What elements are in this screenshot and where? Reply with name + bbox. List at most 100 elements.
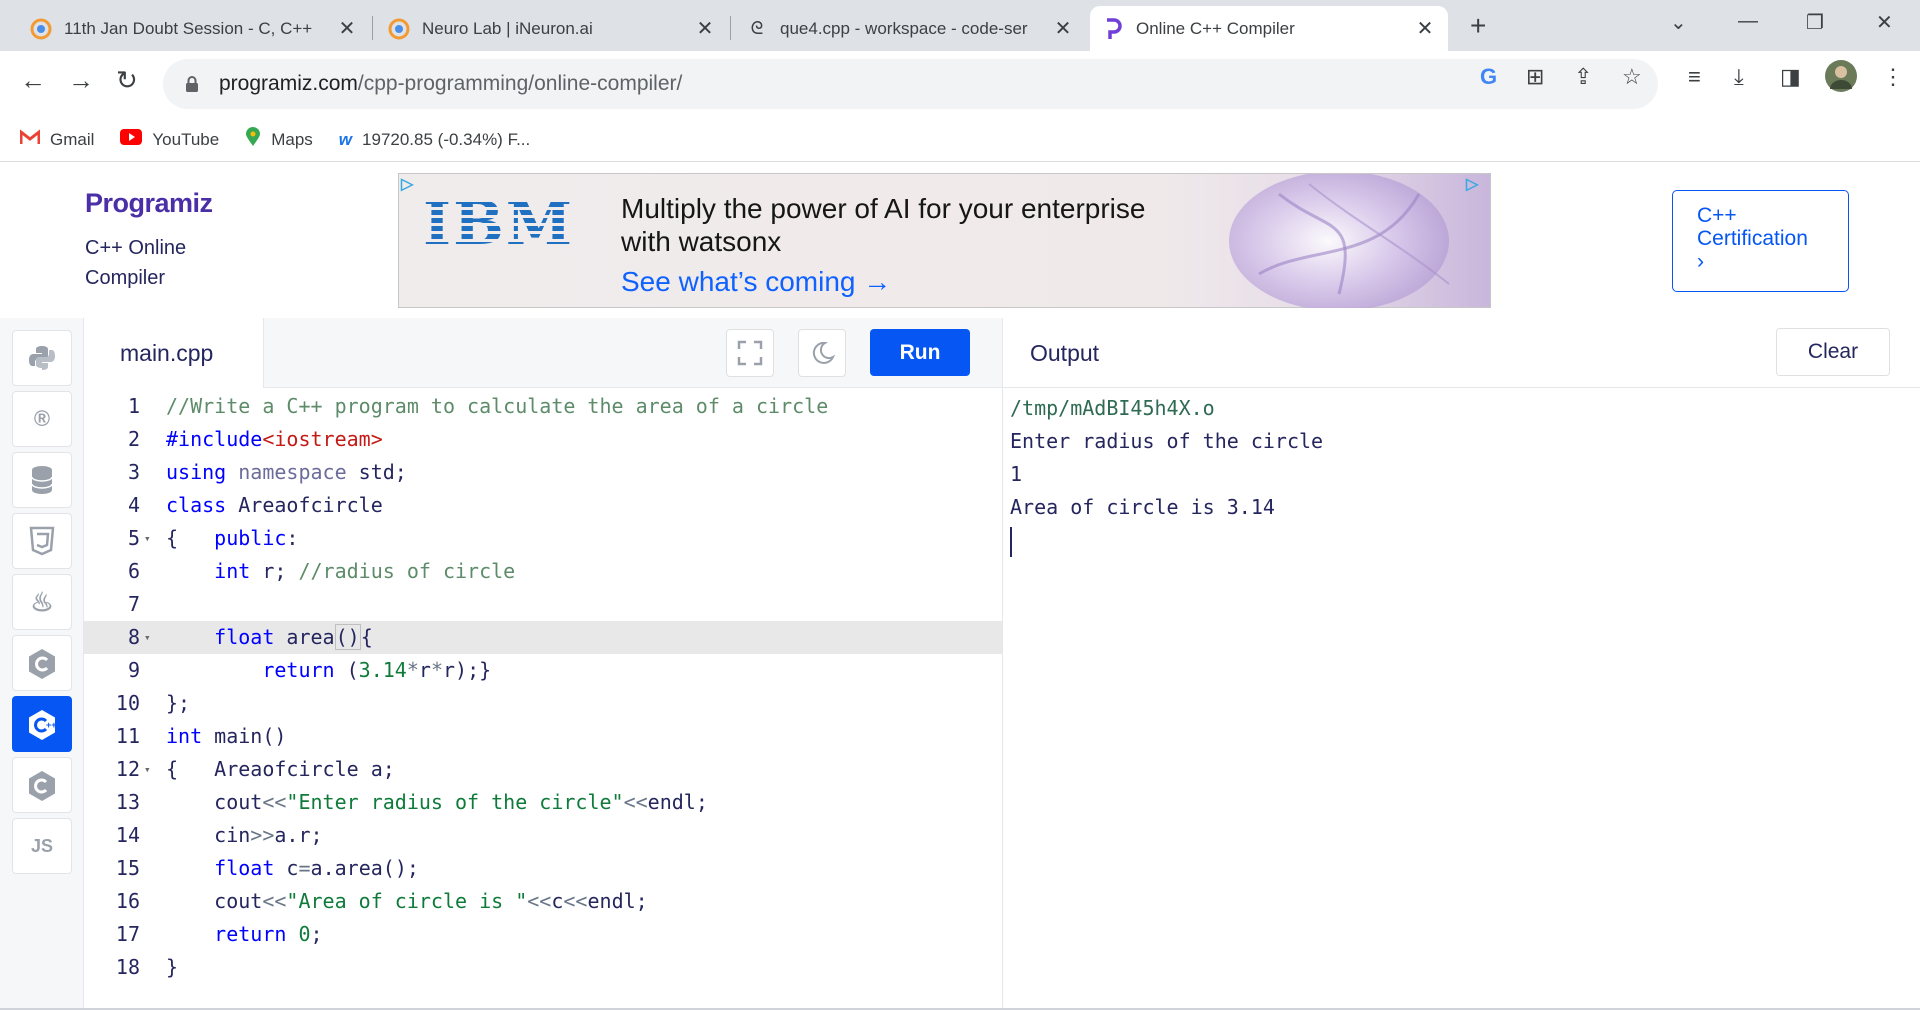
browser-tab-code-server[interactable]: ᘓ que4.cpp - workspace - code-ser ✕ — [734, 6, 1086, 51]
code-line: 3 using namespace std; — [84, 456, 1002, 489]
language-java-button[interactable]: ♨ — [12, 574, 72, 630]
browser-tab-neuro-lab[interactable]: Neuro Lab | iNeuron.ai ✕ — [376, 6, 728, 51]
output-line: Enter radius of the circle — [1010, 429, 1324, 453]
line-number: 18 — [115, 955, 140, 979]
tab-search-icon[interactable]: ⌄ — [1670, 10, 1687, 35]
ad-banner[interactable]: ▷ ▷ IBM Multiply the power of AI for you… — [398, 173, 1491, 308]
share-icon[interactable]: ⇪ — [1574, 64, 1592, 90]
url-path: /cpp-programming/online-compiler/ — [357, 72, 683, 95]
line-number: 16 — [115, 889, 140, 913]
fold-arrow-icon[interactable]: ▾ — [144, 522, 151, 555]
browser-toolbar: ← → ↻ programiz.com/cpp-programming/onli… — [0, 51, 1920, 118]
gmail-icon — [19, 128, 41, 150]
bookmark-gmail[interactable]: Gmail — [19, 128, 95, 150]
language-csharp-button[interactable] — [12, 757, 72, 813]
line-number: 9 — [127, 658, 140, 682]
bookmark-label: Maps — [271, 129, 313, 149]
output-console[interactable]: /tmp/mAdBI45h4X.o Enter radius of the ci… — [1002, 388, 1920, 1010]
tab-favicon-icon — [388, 18, 410, 40]
output-header: Output Clear — [1002, 318, 1920, 388]
download-icon[interactable]: ⤓ — [1734, 64, 1744, 90]
text-caret — [1010, 526, 1012, 557]
console-input-line[interactable] — [1010, 524, 1920, 557]
programiz-favicon-icon — [1102, 17, 1124, 40]
code-editor[interactable]: 1//Write a C++ program to calculate the … — [84, 388, 1002, 1010]
code-line: 11 int main() — [84, 720, 1002, 753]
ad-choices-icon[interactable]: ▷ — [401, 174, 423, 194]
tab-close-icon[interactable]: ✕ — [336, 16, 358, 41]
bookmark-label: 19720.85 (-0.34%) F... — [362, 129, 531, 149]
line-number: 17 — [115, 922, 140, 946]
code-server-icon: ᘓ — [750, 18, 764, 38]
ad-headline: Multiply the power of AI for your enterp… — [621, 193, 1146, 257]
browser-tab-doubt-session[interactable]: 11th Jan Doubt Session - C, C++ ✕ — [18, 6, 370, 51]
new-tab-button[interactable]: + — [1470, 12, 1486, 40]
line-number: 11 — [115, 724, 140, 748]
side-panel-icon[interactable]: ◨ — [1780, 64, 1801, 90]
url-text: programiz.com/cpp-programming/online-com… — [219, 72, 682, 96]
file-tab[interactable]: main.cpp — [84, 318, 264, 389]
youtube-icon — [120, 129, 143, 150]
reading-list-icon[interactable]: ≡ — [1688, 64, 1701, 90]
database-icon — [31, 466, 53, 494]
language-sql-button[interactable] — [12, 452, 72, 508]
tab-separator — [730, 16, 731, 40]
bookmark-youtube[interactable]: YouTube — [120, 129, 219, 150]
reload-icon[interactable]: ↻ — [116, 65, 138, 96]
language-r-button[interactable]: ® — [12, 391, 72, 447]
line-number: 6 — [127, 559, 140, 583]
language-python-button[interactable] — [12, 330, 72, 386]
language-html-button[interactable] — [12, 513, 72, 569]
bookmark-star-icon[interactable]: ☆ — [1622, 64, 1642, 90]
programiz-logo[interactable]: Programiz — [85, 188, 213, 219]
code-line: 7 — [84, 588, 1002, 621]
line-number: 2 — [127, 427, 140, 451]
google-icon[interactable]: G — [1480, 64, 1497, 90]
code-line: 10}; — [84, 687, 1002, 720]
ad-cta-link[interactable]: See what’s coming → — [621, 266, 891, 298]
back-icon[interactable]: ← — [20, 65, 46, 96]
tab-separator — [372, 16, 373, 40]
language-sidebar: ® ♨ ++ JS — [0, 318, 84, 1010]
fold-arrow-icon[interactable]: ▾ — [144, 753, 151, 786]
fold-arrow-icon[interactable]: ▾ — [144, 621, 151, 654]
bookmark-maps[interactable]: Maps — [245, 127, 313, 152]
tab-close-icon[interactable]: ✕ — [1052, 16, 1074, 41]
tab-close-icon[interactable]: ✕ — [1414, 16, 1436, 41]
restore-icon[interactable]: ❐ — [1806, 10, 1824, 35]
clear-button[interactable]: Clear — [1776, 328, 1890, 376]
html5-icon — [29, 526, 55, 556]
c-icon — [29, 649, 55, 679]
code-line: 14 cin>>a.r; — [84, 819, 1002, 852]
bookmark-label: Gmail — [50, 129, 95, 149]
address-bar[interactable]: programiz.com/cpp-programming/online-com… — [163, 59, 1658, 109]
language-js-button[interactable]: JS — [12, 818, 72, 874]
js-icon: JS — [30, 835, 54, 856]
code-line: 15 float c=a.area(); — [84, 852, 1002, 885]
browser-tab-online-compiler[interactable]: Online C++ Compiler ✕ — [1090, 6, 1448, 51]
tab-title: Online C++ Compiler — [1136, 18, 1295, 38]
minimize-icon[interactable]: — — [1738, 10, 1758, 33]
close-window-icon[interactable]: ✕ — [1876, 10, 1893, 35]
fullscreen-icon[interactable] — [726, 329, 774, 377]
tab-title: Neuro Lab | iNeuron.ai — [422, 18, 593, 38]
forward-icon[interactable]: → — [68, 65, 94, 96]
tab-title: 11th Jan Doubt Session - C, C++ — [64, 18, 313, 38]
translate-icon[interactable]: ⊞ — [1526, 64, 1544, 90]
line-number: 4 — [127, 493, 140, 517]
language-cpp-button[interactable]: ++ — [12, 696, 72, 752]
dark-mode-icon[interactable] — [798, 329, 846, 377]
r-icon: ® — [33, 406, 51, 431]
more-menu-icon[interactable]: ⋮ — [1882, 64, 1904, 90]
svg-text:++: ++ — [46, 720, 57, 730]
language-c-button[interactable] — [12, 635, 72, 691]
profile-avatar[interactable] — [1824, 59, 1858, 99]
line-number: 5 — [127, 526, 140, 550]
run-button[interactable]: Run — [870, 329, 970, 376]
stock-chart-icon: w — [338, 129, 353, 149]
tab-close-icon[interactable]: ✕ — [694, 16, 716, 41]
bookmark-stock[interactable]: w 19720.85 (-0.34%) F... — [339, 130, 530, 150]
line-number: 8 — [127, 625, 140, 649]
certification-button[interactable]: C++ Certification › — [1672, 190, 1849, 292]
ad-flower-image — [1229, 174, 1450, 308]
